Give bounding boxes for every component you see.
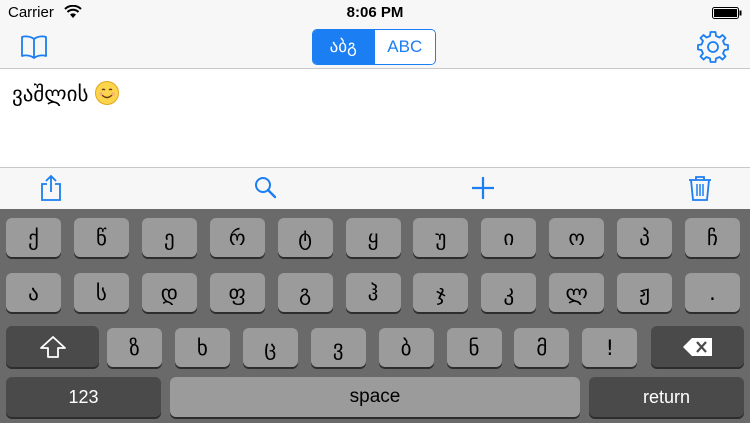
delete-key[interactable]: [651, 326, 744, 367]
key-row2-8[interactable]: ლ: [549, 273, 605, 312]
keyboard: ქწერტყუიოპჩ ასდფგჰჯკლჟ. ზ ხ ც ვ ბ ნ მ! 123 spa…: [0, 209, 750, 423]
key-row2-3[interactable]: ფ: [209, 273, 265, 312]
key-row3-7[interactable]: !: [582, 328, 638, 367]
key-row3-6[interactable]: მ: [514, 328, 570, 367]
key-row1-10[interactable]: ჩ: [685, 218, 740, 257]
key-row1-7[interactable]: ი: [481, 218, 537, 257]
toolbar: [0, 168, 750, 208]
key-row3-0[interactable]: ზ: [107, 328, 162, 367]
key-row2-1[interactable]: ს: [73, 273, 129, 312]
key-row2-4[interactable]: გ: [277, 273, 333, 312]
key-row2-9[interactable]: ჟ: [617, 273, 673, 312]
key-row2-2[interactable]: დ: [141, 273, 197, 312]
navigation-bar: აბგ ABC: [0, 28, 750, 69]
trash-icon[interactable]: [686, 174, 714, 202]
key-row1-0[interactable]: ქ: [6, 218, 61, 257]
key-row2-0[interactable]: ა: [6, 273, 61, 312]
battery-icon: [712, 7, 742, 19]
space-key[interactable]: space: [170, 377, 580, 417]
text-content: ვაშლის: [12, 81, 119, 106]
key-row1-3[interactable]: რ: [209, 218, 265, 257]
key-row3-3[interactable]: ვ: [310, 328, 366, 367]
key-row2-6[interactable]: ჯ: [413, 273, 469, 312]
clock: 8:06 PM: [346, 4, 404, 21]
text-editor[interactable]: ვაშლის: [0, 69, 750, 168]
key-row2-10[interactable]: .: [685, 273, 740, 312]
key-row1-6[interactable]: უ: [413, 218, 469, 257]
gear-icon[interactable]: [696, 30, 730, 64]
key-row1-5[interactable]: ყ: [345, 218, 401, 257]
status-bar: Carrier 8:06 PM: [0, 0, 750, 28]
shift-icon: [39, 335, 66, 358]
delete-icon: [682, 337, 712, 356]
smiling-face-emoji: [94, 81, 119, 105]
segment-latin[interactable]: ABC: [373, 30, 435, 64]
key-row3-1[interactable]: ხ: [174, 328, 230, 367]
key-row1-9[interactable]: პ: [617, 218, 673, 257]
key-row3-5[interactable]: ნ: [446, 328, 502, 367]
key-row1-8[interactable]: ო: [549, 218, 605, 257]
key-row2-7[interactable]: კ: [481, 273, 537, 312]
typed-text: ვაშლის: [12, 82, 89, 106]
key-row3-4[interactable]: ბ: [378, 328, 434, 367]
key-row3-2[interactable]: ც: [242, 328, 298, 367]
key-row1-4[interactable]: ტ: [277, 218, 333, 257]
keyboard-language-selector: აბგ ABC: [312, 29, 436, 65]
numbers-key[interactable]: 123: [6, 377, 161, 417]
book-icon[interactable]: [20, 34, 48, 60]
plus-icon[interactable]: [469, 174, 497, 202]
key-row1-2[interactable]: ე: [141, 218, 197, 257]
search-icon[interactable]: [252, 174, 280, 202]
return-key[interactable]: return: [589, 377, 744, 417]
segment-georgian[interactable]: აბგ: [313, 30, 374, 64]
key-row2-5[interactable]: ჰ: [345, 273, 401, 312]
share-icon[interactable]: [37, 174, 65, 202]
key-row1-1[interactable]: წ: [73, 218, 129, 257]
shift-key[interactable]: [6, 326, 99, 367]
